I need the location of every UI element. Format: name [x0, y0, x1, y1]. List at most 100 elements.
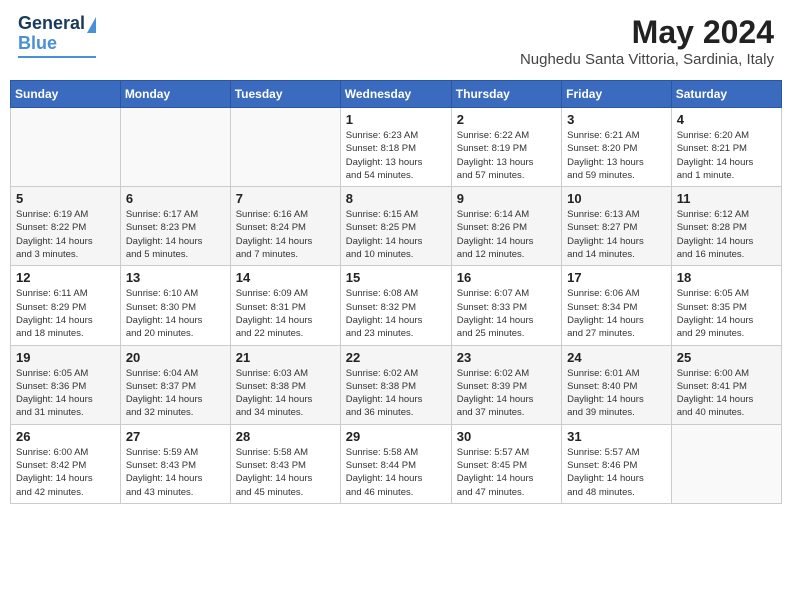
calendar-cell: 6 Sunrise: 6:17 AMSunset: 8:23 PMDaylight… — [120, 187, 230, 266]
day-number: 12 — [16, 270, 115, 285]
calendar-cell: 2 Sunrise: 6:22 AMSunset: 8:19 PMDaylight… — [451, 108, 561, 187]
day-detail: Sunrise: 6:12 AMSunset: 8:28 PMDaylight:… — [677, 208, 776, 261]
day-number: 27 — [126, 429, 225, 444]
calendar-cell: 8 Sunrise: 6:15 AMSunset: 8:25 PMDaylight… — [340, 187, 451, 266]
day-detail: Sunrise: 6:00 AMSunset: 8:41 PMDaylight:… — [677, 367, 776, 420]
calendar-cell: 14Sunrise: 6:09 AMSunset: 8:31 PMDayligh… — [230, 266, 340, 345]
day-detail: Sunrise: 5:59 AMSunset: 8:43 PMDaylight:… — [126, 446, 225, 499]
calendar-cell: 26 Sunrise: 6:00 AMSunset: 8:42 PMDayligh… — [11, 424, 121, 503]
day-detail: Sunrise: 6:15 AMSunset: 8:25 PMDaylight:… — [346, 208, 446, 261]
day-detail: Sunrise: 6:09 AMSunset: 8:31 PMDaylight:… — [236, 287, 335, 340]
day-detail: Sunrise: 6:02 AMSunset: 8:38 PMDaylight:… — [346, 367, 446, 420]
calendar-cell: 3Sunrise: 6:21 AMSunset: 8:20 PMDaylight… — [562, 108, 672, 187]
day-detail: Sunrise: 5:57 AMSunset: 8:46 PMDaylight:… — [567, 446, 666, 499]
day-detail: Sunrise: 5:58 AMSunset: 8:44 PMDaylight:… — [346, 446, 446, 499]
day-detail: Sunrise: 6:06 AMSunset: 8:34 PMDaylight:… — [567, 287, 666, 340]
day-number: 18 — [677, 270, 776, 285]
day-number: 15 — [346, 270, 446, 285]
day-number: 7 — [236, 191, 335, 206]
calendar-cell: 5 Sunrise: 6:19 AMSunset: 8:22 PMDaylight… — [11, 187, 121, 266]
logo: General Blue — [18, 14, 96, 58]
calendar-cell: 30Sunrise: 5:57 AMSunset: 8:45 PMDayligh… — [451, 424, 561, 503]
day-detail: Sunrise: 6:21 AMSunset: 8:20 PMDaylight:… — [567, 129, 666, 182]
calendar-cell: 25 Sunrise: 6:00 AMSunset: 8:41 PMDayligh… — [671, 345, 781, 424]
logo-underline — [18, 56, 96, 58]
header-sunday: Sunday — [11, 81, 121, 108]
day-number: 28 — [236, 429, 335, 444]
calendar-cell: 27 Sunrise: 5:59 AMSunset: 8:43 PMDayligh… — [120, 424, 230, 503]
day-detail: Sunrise: 6:10 AMSunset: 8:30 PMDaylight:… — [126, 287, 225, 340]
header-row: SundayMondayTuesdayWednesdayThursdayFrid… — [11, 81, 782, 108]
day-number: 23 — [457, 350, 556, 365]
calendar-cell: 12 Sunrise: 6:11 AMSunset: 8:29 PMDayligh… — [11, 266, 121, 345]
calendar-cell: 28 Sunrise: 5:58 AMSunset: 8:43 PMDayligh… — [230, 424, 340, 503]
day-number: 22 — [346, 350, 446, 365]
day-number: 4 — [677, 112, 776, 127]
page-header: General Blue May 2024 Nughedu Santa Vitt… — [10, 10, 782, 72]
day-number: 6 — [126, 191, 225, 206]
day-detail: Sunrise: 6:20 AMSunset: 8:21 PMDaylight:… — [677, 129, 776, 182]
calendar-body: 1 Sunrise: 6:23 AMSunset: 8:18 PMDaylight… — [11, 108, 782, 504]
day-detail: Sunrise: 6:17 AMSunset: 8:23 PMDaylight:… — [126, 208, 225, 261]
day-number: 1 — [346, 112, 446, 127]
day-detail: Sunrise: 6:19 AMSunset: 8:22 PMDaylight:… — [16, 208, 115, 261]
title-section: May 2024 Nughedu Santa Vittoria, Sardini… — [520, 14, 774, 68]
day-number: 25 — [677, 350, 776, 365]
calendar-cell — [120, 108, 230, 187]
day-number: 5 — [16, 191, 115, 206]
day-number: 16 — [457, 270, 556, 285]
header-monday: Monday — [120, 81, 230, 108]
calendar-week-5: 26 Sunrise: 6:00 AMSunset: 8:42 PMDayligh… — [11, 424, 782, 503]
calendar-cell: 15Sunrise: 6:08 AMSunset: 8:32 PMDayligh… — [340, 266, 451, 345]
calendar-cell: 23 Sunrise: 6:02 AMSunset: 8:39 PMDayligh… — [451, 345, 561, 424]
day-detail: Sunrise: 6:00 AMSunset: 8:42 PMDaylight:… — [16, 446, 115, 499]
day-detail: Sunrise: 6:11 AMSunset: 8:29 PMDaylight:… — [16, 287, 115, 340]
day-number: 8 — [346, 191, 446, 206]
day-number: 26 — [16, 429, 115, 444]
calendar-header: SundayMondayTuesdayWednesdayThursdayFrid… — [11, 81, 782, 108]
calendar-cell: 19Sunrise: 6:05 AMSunset: 8:36 PMDayligh… — [11, 345, 121, 424]
calendar-week-4: 19Sunrise: 6:05 AMSunset: 8:36 PMDayligh… — [11, 345, 782, 424]
day-number: 19 — [16, 350, 115, 365]
calendar-cell — [671, 424, 781, 503]
day-detail: Sunrise: 6:13 AMSunset: 8:27 PMDaylight:… — [567, 208, 666, 261]
logo-text-blue: Blue — [18, 34, 57, 54]
calendar-cell: 21 Sunrise: 6:03 AMSunset: 8:38 PMDayligh… — [230, 345, 340, 424]
day-detail: Sunrise: 6:07 AMSunset: 8:33 PMDaylight:… — [457, 287, 556, 340]
calendar-cell: 16 Sunrise: 6:07 AMSunset: 8:33 PMDayligh… — [451, 266, 561, 345]
calendar-cell — [11, 108, 121, 187]
day-number: 30 — [457, 429, 556, 444]
day-detail: Sunrise: 5:58 AMSunset: 8:43 PMDaylight:… — [236, 446, 335, 499]
calendar-cell: 1 Sunrise: 6:23 AMSunset: 8:18 PMDaylight… — [340, 108, 451, 187]
day-number: 2 — [457, 112, 556, 127]
calendar-cell: 18 Sunrise: 6:05 AMSunset: 8:35 PMDayligh… — [671, 266, 781, 345]
calendar-week-1: 1 Sunrise: 6:23 AMSunset: 8:18 PMDaylight… — [11, 108, 782, 187]
logo-triangle-icon — [87, 17, 96, 33]
calendar-cell: 24Sunrise: 6:01 AMSunset: 8:40 PMDayligh… — [562, 345, 672, 424]
day-number: 21 — [236, 350, 335, 365]
day-detail: Sunrise: 6:01 AMSunset: 8:40 PMDaylight:… — [567, 367, 666, 420]
calendar-cell: 4 Sunrise: 6:20 AMSunset: 8:21 PMDaylight… — [671, 108, 781, 187]
day-number: 9 — [457, 191, 556, 206]
day-detail: Sunrise: 6:03 AMSunset: 8:38 PMDaylight:… — [236, 367, 335, 420]
calendar-cell: 29 Sunrise: 5:58 AMSunset: 8:44 PMDayligh… — [340, 424, 451, 503]
day-detail: Sunrise: 6:23 AMSunset: 8:18 PMDaylight:… — [346, 129, 446, 182]
header-thursday: Thursday — [451, 81, 561, 108]
calendar-cell: 11 Sunrise: 6:12 AMSunset: 8:28 PMDayligh… — [671, 187, 781, 266]
day-detail: Sunrise: 6:05 AMSunset: 8:35 PMDaylight:… — [677, 287, 776, 340]
day-number: 31 — [567, 429, 666, 444]
header-wednesday: Wednesday — [340, 81, 451, 108]
calendar-week-2: 5 Sunrise: 6:19 AMSunset: 8:22 PMDaylight… — [11, 187, 782, 266]
calendar-week-3: 12 Sunrise: 6:11 AMSunset: 8:29 PMDayligh… — [11, 266, 782, 345]
day-number: 11 — [677, 191, 776, 206]
day-detail: Sunrise: 6:22 AMSunset: 8:19 PMDaylight:… — [457, 129, 556, 182]
calendar-cell: 9Sunrise: 6:14 AMSunset: 8:26 PMDaylight… — [451, 187, 561, 266]
location-subtitle: Nughedu Santa Vittoria, Sardinia, Italy — [520, 51, 774, 68]
logo-text-general: General — [18, 14, 85, 34]
day-number: 29 — [346, 429, 446, 444]
day-detail: Sunrise: 6:16 AMSunset: 8:24 PMDaylight:… — [236, 208, 335, 261]
calendar-cell: 13Sunrise: 6:10 AMSunset: 8:30 PMDayligh… — [120, 266, 230, 345]
calendar-cell: 17Sunrise: 6:06 AMSunset: 8:34 PMDayligh… — [562, 266, 672, 345]
day-detail: Sunrise: 6:02 AMSunset: 8:39 PMDaylight:… — [457, 367, 556, 420]
day-number: 20 — [126, 350, 225, 365]
